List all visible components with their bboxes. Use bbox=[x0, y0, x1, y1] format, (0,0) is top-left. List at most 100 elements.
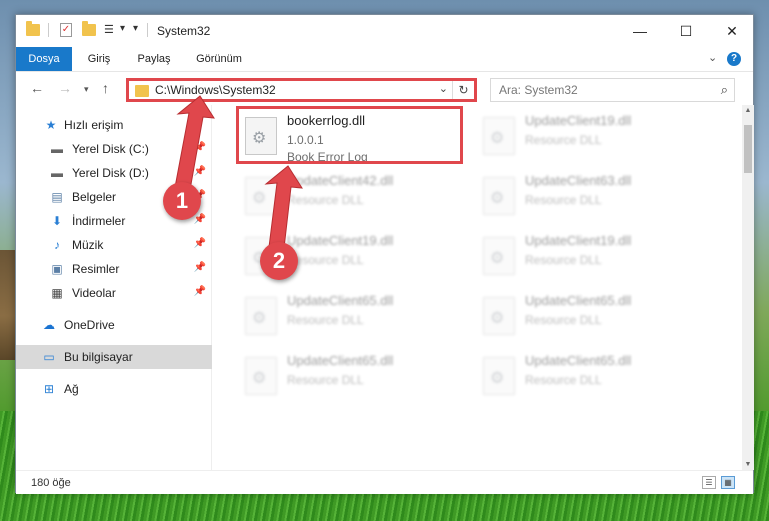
dll-file-icon bbox=[483, 357, 515, 395]
drive-icon: ▬ bbox=[51, 142, 63, 156]
file-type: Resource DLL bbox=[525, 193, 602, 207]
file-name: UpdateClient19.dll bbox=[287, 233, 394, 248]
tiles-view-icon[interactable]: ▦ bbox=[721, 476, 735, 489]
folder-icon bbox=[26, 21, 40, 36]
sidebar-item-label: Yerel Disk (C:) bbox=[72, 142, 149, 156]
forward-arrow-icon[interactable]: → bbox=[58, 80, 72, 96]
scroll-thumb[interactable] bbox=[744, 125, 752, 173]
file-item[interactable]: UpdateClient19.dll Resource DLL bbox=[477, 109, 707, 165]
scroll-down-icon[interactable]: ▼ bbox=[742, 461, 754, 468]
file-type: Resource DLL bbox=[287, 313, 364, 327]
details-view-icon[interactable]: ☰ bbox=[702, 476, 716, 489]
file-type: Resource DLL bbox=[287, 193, 364, 207]
search-input[interactable]: Ara: System32 ⌕ bbox=[490, 78, 735, 102]
vertical-scrollbar[interactable]: ▲ ▼ bbox=[742, 105, 754, 470]
tab-gorunum[interactable]: Görünüm bbox=[184, 47, 254, 71]
sidebar-item-label: Hızlı erişim bbox=[64, 118, 124, 132]
file-item[interactable]: UpdateClient65.dll Resource DLL bbox=[477, 289, 707, 345]
file-list: bookerrlog.dll 1.0.0.1 Book Error Log Up… bbox=[213, 105, 741, 470]
window-title: System32 bbox=[157, 24, 211, 38]
help-icon[interactable]: ? bbox=[727, 52, 741, 66]
chevron-down-icon[interactable]: ▾ bbox=[120, 23, 125, 34]
folder-icon bbox=[135, 85, 149, 97]
sidebar-item-label: Resimler bbox=[72, 262, 120, 276]
sidebar-item-label: Yerel Disk (D:) bbox=[72, 166, 149, 180]
up-arrow-icon[interactable]: ↑ bbox=[102, 80, 109, 96]
pin-icon[interactable]: 📌 bbox=[194, 142, 206, 153]
search-icon[interactable]: ⌕ bbox=[721, 82, 728, 98]
sidebar-item-onedrive[interactable]: ☁ OneDrive bbox=[16, 313, 212, 337]
dll-file-icon bbox=[483, 117, 515, 155]
step-marker-1: 1 bbox=[163, 182, 201, 220]
file-type: Resource DLL bbox=[525, 313, 602, 327]
pin-icon[interactable]: 📌 bbox=[194, 286, 206, 297]
refresh-icon[interactable]: ↻ bbox=[452, 81, 474, 99]
ribbon-tabs: Dosya Giriş Paylaş Görünüm ⌄ ? bbox=[16, 47, 753, 71]
pin-icon[interactable]: 📌 bbox=[194, 262, 206, 273]
star-icon: ★ bbox=[45, 118, 57, 132]
status-bar: 180 öğe ☰ ▦ bbox=[16, 470, 753, 494]
sidebar-item-pictures[interactable]: ▣ Resimler 📌 bbox=[16, 257, 212, 281]
file-type: Resource DLL bbox=[525, 253, 602, 267]
explorer-window: ✓ ☰ ▾ ▾ System32 — ☐ ✕ Dosya Giriş Payla… bbox=[15, 14, 754, 494]
title-bar: ✓ ☰ ▾ ▾ System32 — ☐ ✕ bbox=[16, 15, 753, 47]
tab-giris[interactable]: Giriş bbox=[74, 47, 124, 71]
file-name: UpdateClient63.dll bbox=[525, 173, 632, 188]
pin-icon[interactable]: 📌 bbox=[194, 166, 206, 177]
downloads-icon: ⬇ bbox=[51, 214, 63, 228]
pin-icon[interactable]: 📌 bbox=[194, 214, 206, 225]
dll-file-icon bbox=[483, 177, 515, 215]
sidebar-item-label: İndirmeler bbox=[72, 214, 126, 228]
sidebar-item-local-disk-c[interactable]: ▬ Yerel Disk (C:) 📌 bbox=[16, 137, 212, 161]
file-item[interactable]: UpdateClient65.dll Resource DLL bbox=[239, 349, 469, 405]
customize-toolbar-icon[interactable]: ☰ bbox=[104, 24, 118, 36]
sidebar-item-network[interactable]: ⊞ Ağ bbox=[16, 377, 212, 401]
file-type: Resource DLL bbox=[525, 373, 602, 387]
sidebar-item-this-pc[interactable]: ▭ Bu bilgisayar bbox=[16, 345, 212, 369]
tab-dosya[interactable]: Dosya bbox=[16, 47, 72, 71]
file-item[interactable]: UpdateClient63.dll Resource DLL bbox=[477, 169, 707, 225]
videos-icon: ▦ bbox=[51, 286, 63, 300]
scroll-up-icon[interactable]: ▲ bbox=[742, 107, 754, 114]
close-button[interactable]: ✕ bbox=[709, 15, 755, 47]
sidebar-item-label: Ağ bbox=[64, 382, 79, 396]
address-bar[interactable]: C:\Windows\System32 ⌄ ↻ bbox=[126, 78, 477, 102]
file-highlight-box bbox=[236, 106, 463, 164]
step-marker-2: 2 bbox=[260, 242, 298, 280]
sidebar-item-label: Videolar bbox=[72, 286, 116, 300]
chevron-down-icon[interactable]: ⌄ bbox=[439, 82, 448, 95]
file-item[interactable]: UpdateClient42.dll Resource DLL bbox=[239, 169, 469, 225]
sidebar-item-label: Belgeler bbox=[72, 190, 117, 204]
quick-access-dropdown-icon[interactable]: ▾ bbox=[133, 23, 138, 34]
file-name: UpdateClient19.dll bbox=[525, 233, 632, 248]
file-name: UpdateClient65.dll bbox=[525, 293, 632, 308]
new-folder-icon[interactable] bbox=[82, 21, 96, 36]
minimize-button[interactable]: — bbox=[617, 15, 663, 47]
file-name: UpdateClient42.dll bbox=[287, 173, 394, 188]
toolbar-separator bbox=[48, 23, 49, 37]
toolbar-separator bbox=[147, 23, 148, 37]
back-arrow-icon[interactable]: ← bbox=[30, 80, 44, 96]
file-item[interactable]: UpdateClient65.dll Resource DLL bbox=[477, 349, 707, 405]
sidebar-item-label: Bu bilgisayar bbox=[64, 350, 133, 364]
navigation-pane: ★ Hızlı erişim ▬ Yerel Disk (C:) 📌 ▬ Yer… bbox=[16, 105, 212, 470]
search-placeholder: Ara: System32 bbox=[499, 83, 578, 97]
pin-icon[interactable]: 📌 bbox=[194, 238, 206, 249]
file-item[interactable]: UpdateClient65.dll Resource DLL bbox=[239, 289, 469, 345]
sidebar-item-music[interactable]: ♪ Müzik 📌 bbox=[16, 233, 212, 257]
sidebar-item-label: OneDrive bbox=[64, 318, 115, 332]
properties-check-icon[interactable]: ✓ bbox=[60, 23, 72, 37]
onedrive-icon: ☁ bbox=[43, 318, 55, 332]
file-name: UpdateClient19.dll bbox=[525, 113, 632, 128]
file-type: Resource DLL bbox=[525, 133, 602, 147]
sidebar-item-quick-access[interactable]: ★ Hızlı erişim bbox=[16, 113, 212, 137]
address-path[interactable]: C:\Windows\System32 bbox=[155, 83, 276, 97]
tab-paylas[interactable]: Paylaş bbox=[126, 47, 182, 71]
music-icon: ♪ bbox=[54, 238, 60, 252]
file-item[interactable]: UpdateClient19.dll Resource DLL bbox=[477, 229, 707, 285]
expand-ribbon-icon[interactable]: ⌄ bbox=[708, 51, 717, 64]
recent-locations-icon[interactable]: ▾ bbox=[84, 84, 89, 95]
maximize-button[interactable]: ☐ bbox=[663, 15, 709, 47]
file-name: UpdateClient65.dll bbox=[287, 353, 394, 368]
sidebar-item-videos[interactable]: ▦ Videolar 📌 bbox=[16, 281, 212, 305]
